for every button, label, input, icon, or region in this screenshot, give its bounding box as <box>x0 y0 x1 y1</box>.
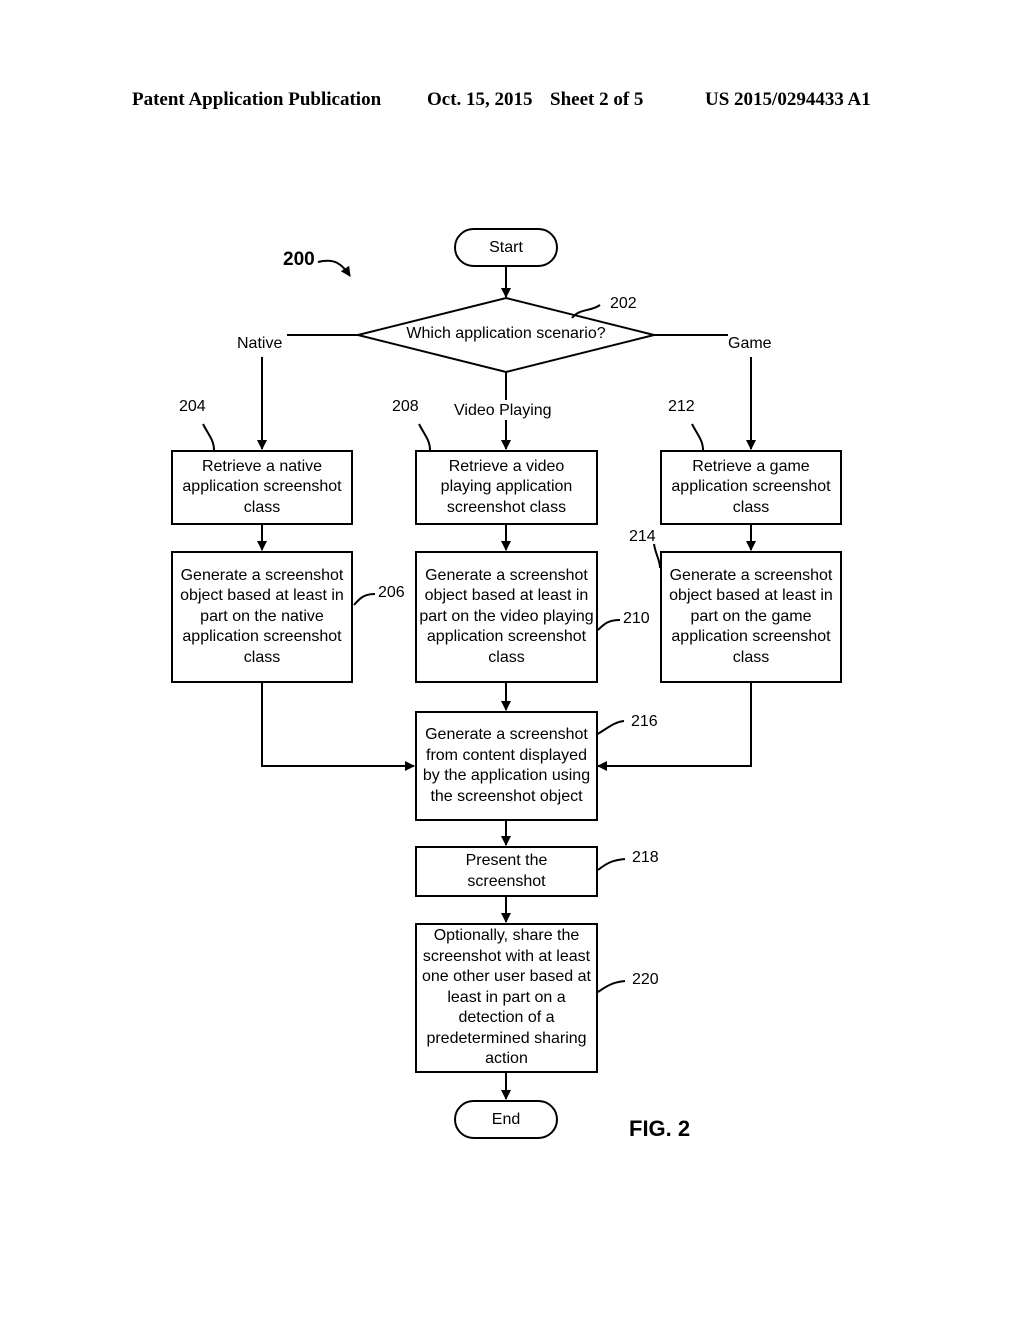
step-retrieve-game-text: Retrieve a game application screenshot c… <box>671 457 831 516</box>
branch-label-native: Native <box>237 335 283 352</box>
step-generate-native-text: Generate a screenshot object based at le… <box>180 566 344 666</box>
step-generate-video: Generate a screenshot object based at le… <box>415 551 598 683</box>
arrow-native-to-216 <box>261 682 415 771</box>
leader-204 <box>202 423 215 451</box>
ref-208: 208 <box>392 398 419 415</box>
step-retrieve-native-text: Retrieve a native application screenshot… <box>182 457 342 516</box>
step-present-screenshot: Present the screenshot <box>415 846 598 897</box>
leader-212 <box>691 423 704 451</box>
arrow-game-to-216 <box>597 682 752 771</box>
step-retrieve-game: Retrieve a game application screenshot c… <box>660 450 842 525</box>
step-retrieve-native: Retrieve a native application screenshot… <box>171 450 353 525</box>
ref-216: 216 <box>631 713 658 730</box>
ref-214: 214 <box>629 528 656 545</box>
leader-220 <box>597 980 626 993</box>
leader-208 <box>418 423 431 451</box>
ref-218: 218 <box>632 849 659 866</box>
ref-220: 220 <box>632 971 659 988</box>
branch-label-game: Game <box>728 335 772 352</box>
leader-216 <box>595 720 625 736</box>
leader-210 <box>597 619 621 631</box>
step-generate-screenshot: Generate a screenshot from content displ… <box>415 711 598 821</box>
step-present-screenshot-text: Present the screenshot <box>465 852 548 890</box>
step-generate-screenshot-text: Generate a screenshot from content displ… <box>422 726 591 805</box>
figure-ref-number: 200 <box>283 249 315 270</box>
leader-218 <box>597 858 626 871</box>
figure-caption: FIG. 2 <box>629 1116 691 1141</box>
step-share-screenshot: Optionally, share the screenshot with at… <box>415 923 598 1073</box>
step-generate-game-text: Generate a screenshot object based at le… <box>669 566 833 666</box>
branch-label-video: Video Playing <box>454 402 552 419</box>
end-terminal: End <box>454 1100 558 1139</box>
step-generate-native: Generate a screenshot object based at le… <box>171 551 353 683</box>
ref-202: 202 <box>610 295 637 312</box>
ref-212: 212 <box>668 398 695 415</box>
ref-210: 210 <box>623 610 650 627</box>
step-retrieve-video-text: Retrieve a video playing application scr… <box>440 457 573 516</box>
step-generate-game: Generate a screenshot object based at le… <box>660 551 842 683</box>
leader-206 <box>353 593 376 606</box>
leader-200 <box>317 259 351 277</box>
step-retrieve-video: Retrieve a video playing application scr… <box>415 450 598 525</box>
ref-204: 204 <box>179 398 206 415</box>
start-terminal: Start <box>454 228 558 267</box>
step-share-screenshot-text: Optionally, share the screenshot with at… <box>421 927 591 1068</box>
step-generate-video-text: Generate a screenshot object based at le… <box>419 566 594 666</box>
ref-206: 206 <box>378 584 405 601</box>
decision-label: Which application scenario? <box>406 325 606 342</box>
